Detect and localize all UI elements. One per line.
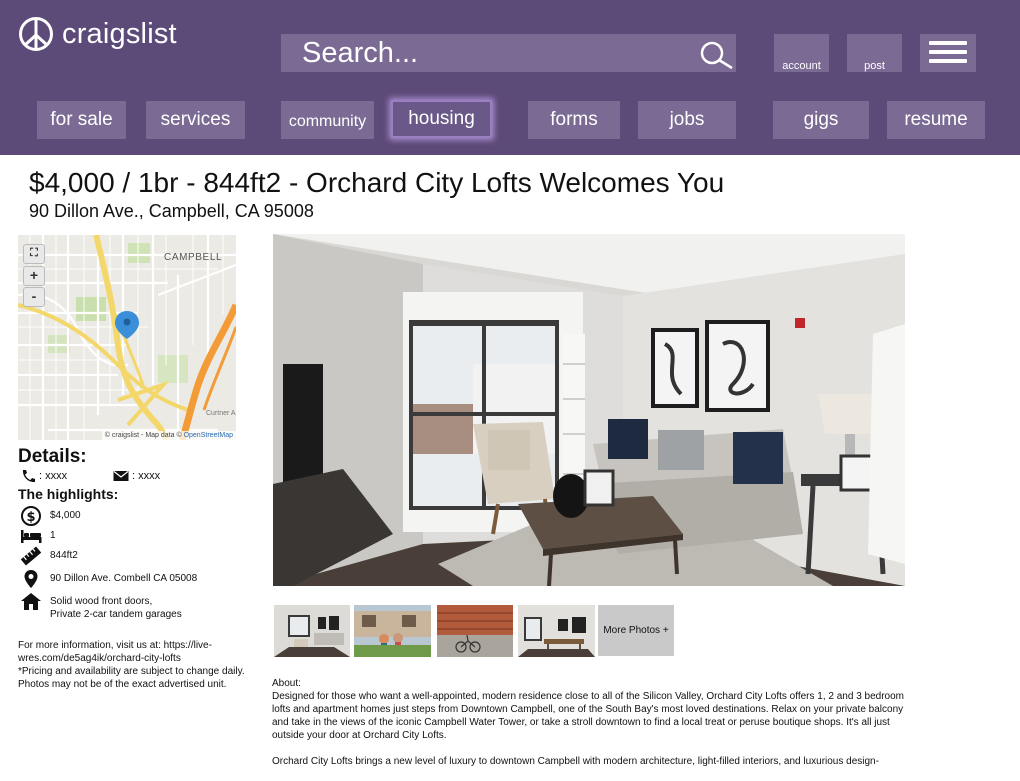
highlights-heading: The highlights:	[18, 486, 119, 502]
living-room-photo	[273, 234, 905, 586]
more-photos-button[interactable]: More Photos +	[598, 605, 674, 656]
highlight-address: 90 Dillon Ave. Combell CA 05008	[20, 569, 197, 589]
highlight-size-text: 844ft2	[50, 550, 78, 561]
highlight-price: $ $4,000	[20, 506, 81, 526]
details-heading: Details:	[18, 446, 87, 467]
search-input[interactable]: Search...	[281, 34, 736, 72]
map-attribution: © craigslist - Map data © OpenStreetMap	[101, 431, 236, 440]
phone-contact[interactable]: : xxxx	[20, 469, 67, 483]
highlight-size: 844ft2	[20, 546, 78, 566]
highlight-features-line1: Solid wood front doors,	[50, 596, 153, 607]
more-info-link[interactable]: wres.com/de5ag4ik/orchard-city-lofts	[18, 653, 181, 664]
site-header: craigslist Search... account post for sa…	[0, 0, 1020, 155]
house-icon	[21, 593, 41, 610]
nav-gigs[interactable]: gigs	[773, 101, 869, 139]
nav-community[interactable]: community	[281, 101, 374, 139]
phone-value: : xxxx	[39, 470, 68, 482]
more-info-line1: For more information, visit us at: https…	[18, 640, 212, 651]
about-section: About: Designed for those who want a wel…	[272, 677, 912, 781]
more-info-text: For more information, visit us at: https…	[18, 639, 253, 691]
listing-title: $4,000 / 1br - 844ft2 - Orchard City Lof…	[29, 167, 725, 198]
map-town-label: CAMPBELL	[164, 252, 223, 263]
location-map[interactable]: ⛶ + - CAMPBELL Curtner A © craigslist - …	[18, 235, 236, 440]
photo-thumbnail[interactable]	[518, 605, 595, 657]
nav-forms[interactable]: forms	[528, 101, 620, 139]
nav-services[interactable]: services	[146, 101, 245, 139]
ruler-icon	[20, 546, 42, 566]
location-pin-icon	[24, 570, 38, 588]
about-heading: About:	[272, 678, 301, 689]
about-paragraph-1: Designed for those who want a well-appoi…	[272, 691, 905, 741]
thumbnail-living-room	[274, 605, 350, 657]
thumbnail-dining-room	[518, 605, 595, 657]
phone-icon	[22, 470, 35, 483]
highlight-bedrooms: 1	[20, 526, 56, 546]
highlight-features-line2: Private 2-car tandem garages	[50, 609, 182, 620]
openstreetmap-link[interactable]: OpenStreetMap	[184, 432, 233, 439]
peace-sign-icon	[19, 17, 53, 51]
photo-disclaimer: Photos may not be of the exact advertise…	[18, 679, 227, 690]
map-fullscreen-button[interactable]: ⛶	[23, 244, 45, 264]
map-zoom-out-button[interactable]: -	[23, 287, 45, 307]
about-paragraph-2: Orchard City Lofts brings a new level of…	[272, 756, 879, 767]
highlight-bedrooms-text: 1	[50, 530, 56, 541]
email-value: : xxxx	[132, 470, 161, 482]
nav-for-sale[interactable]: for sale	[37, 101, 126, 139]
dollar-icon: $	[21, 506, 41, 526]
hamburger-menu-icon[interactable]	[920, 34, 976, 72]
svg-text:$: $	[26, 510, 35, 525]
email-icon	[113, 471, 129, 481]
email-contact[interactable]: : xxxx	[113, 469, 160, 483]
nav-resume[interactable]: resume	[887, 101, 985, 139]
highlight-address-text: 90 Dillon Ave. Combell CA 05008	[50, 573, 198, 584]
search-placeholder: Search...	[302, 37, 419, 69]
highlight-features: Solid wood front doors, Private 2-car ta…	[20, 592, 182, 621]
highlight-price-text: $4,000	[50, 510, 81, 521]
post-button[interactable]: post	[847, 34, 902, 72]
thumbnail-courtyard	[354, 605, 431, 657]
map-zoom-in-button[interactable]: +	[23, 266, 45, 286]
account-button[interactable]: account	[774, 34, 829, 72]
photo-thumbnail[interactable]	[437, 605, 513, 657]
bed-icon	[21, 530, 42, 543]
search-icon[interactable]	[698, 40, 734, 70]
photo-thumbnail[interactable]	[274, 605, 350, 657]
map-attribution-text: © craigslist - Map data ©	[104, 432, 182, 439]
photo-thumbnail[interactable]	[354, 605, 431, 657]
pricing-disclaimer: *Pricing and availability are subject to…	[18, 666, 245, 677]
nav-housing[interactable]: housing	[391, 100, 492, 138]
nav-jobs[interactable]: jobs	[638, 101, 736, 139]
main-listing-photo[interactable]	[273, 234, 905, 586]
brand-name: craigslist	[62, 17, 177, 50]
listing-address: 90 Dillon Ave., Campbell, CA 95008	[29, 201, 314, 221]
thumbnail-exterior-cyclist	[437, 605, 513, 657]
craigslist-logo[interactable]: craigslist	[18, 16, 177, 52]
map-street-label: Curtner A	[206, 410, 236, 417]
map-graphic	[18, 235, 236, 440]
